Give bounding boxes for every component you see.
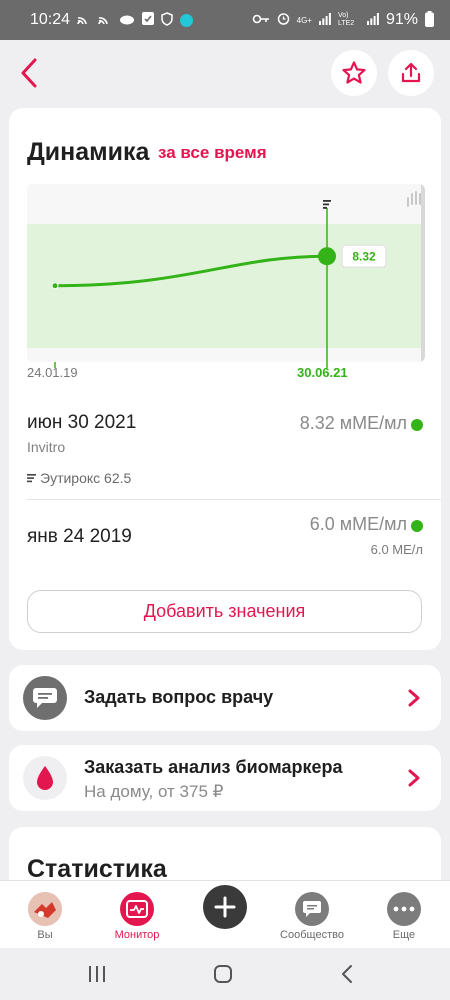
chat-icon bbox=[303, 901, 321, 917]
more-icon-wrap bbox=[387, 892, 421, 926]
dynamics-title: Динамика bbox=[27, 138, 150, 166]
nav-community-label: Сообщество bbox=[280, 929, 344, 941]
shield-icon bbox=[161, 11, 173, 29]
system-navigation bbox=[0, 948, 450, 1000]
medication-icon bbox=[27, 474, 36, 483]
status-time: 10:24 bbox=[30, 11, 71, 28]
community-icon-wrap bbox=[295, 892, 329, 926]
order-test-subtitle: На дому, от 375 ₽ bbox=[84, 782, 224, 801]
volte-label: Vo) LTE2 bbox=[337, 12, 355, 27]
plus-icon bbox=[214, 896, 236, 918]
data-point-first[interactable] bbox=[51, 282, 59, 290]
reading-medication-label: Эутирокс 62.5 bbox=[40, 470, 132, 486]
status-left: 10:24 bbox=[30, 11, 194, 29]
nav-community[interactable]: Сообщество bbox=[267, 881, 357, 949]
status-indicator bbox=[411, 419, 423, 431]
nav-you[interactable]: Вы bbox=[0, 881, 90, 949]
back-nav-icon[interactable] bbox=[340, 964, 354, 984]
nav-you-label: Вы bbox=[37, 929, 53, 941]
nav-monitor[interactable]: Монитор bbox=[92, 881, 182, 949]
back-button[interactable] bbox=[16, 56, 44, 90]
chart-tick-marks bbox=[54, 362, 328, 368]
reading-lab: Invitro bbox=[27, 439, 66, 455]
monitor-icon-wrap bbox=[120, 892, 154, 926]
readings-divider bbox=[27, 499, 441, 500]
battery-icon bbox=[425, 10, 434, 30]
chat-bubble-icon bbox=[33, 688, 57, 708]
ask-doctor-icon-wrap bbox=[23, 676, 67, 720]
dynamics-card: Динамика за все время 8.32 24.01.19 30.0… bbox=[9, 108, 441, 650]
reading-date: июн 30 2021 bbox=[27, 412, 137, 433]
blood-drop-icon bbox=[37, 766, 53, 790]
status-right: 4G+ Vo) LTE2 91% bbox=[252, 10, 434, 30]
chart-scroll-edge bbox=[421, 184, 425, 362]
x-tick-selected: 30.06.21 bbox=[297, 365, 348, 380]
monitor-icon bbox=[126, 900, 148, 918]
bottom-navigation: Вы Монитор Сообщество Еще bbox=[0, 880, 450, 948]
app-header bbox=[0, 40, 450, 106]
status-bar: 10:24 4G+ Vo) LTE2 91% bbox=[0, 0, 450, 40]
reading-alt-value: 6.0 МЕ/л bbox=[370, 542, 423, 557]
reading-row[interactable]: июн 30 2021 Invitro Эутирокс 62.5 8.32 м… bbox=[27, 412, 423, 492]
alarm-icon bbox=[277, 12, 290, 28]
more-dots-icon bbox=[393, 906, 415, 912]
key-icon bbox=[252, 13, 270, 27]
ask-doctor-card[interactable]: Задать вопрос врачу bbox=[9, 665, 441, 731]
reading-medication: Эутирокс 62.5 bbox=[27, 470, 131, 486]
nav-more-label: Еще bbox=[392, 929, 416, 941]
chevron-right-icon bbox=[408, 769, 420, 787]
signal-icon bbox=[318, 12, 331, 28]
order-test-card[interactable]: Заказать анализ биомаркера На дому, от 3… bbox=[9, 745, 441, 811]
reading-date: янв 24 2019 bbox=[27, 526, 132, 547]
chevron-left-icon bbox=[21, 58, 37, 88]
network-type: 4G+ bbox=[296, 15, 312, 25]
nav-monitor-label: Монитор bbox=[114, 929, 160, 941]
battery-percent: 91% bbox=[385, 11, 418, 28]
reading-value: 6.0 мМЕ/мл bbox=[309, 514, 407, 534]
selected-value-text: 8.32 bbox=[352, 250, 376, 264]
recent-apps-icon[interactable] bbox=[88, 965, 106, 983]
reading-row[interactable]: янв 24 2019 6.0 мМЕ/мл 6.0 МЕ/л bbox=[27, 514, 423, 566]
period-selector[interactable]: за все время bbox=[158, 143, 267, 163]
dynamics-chart[interactable]: 8.32 bbox=[27, 184, 425, 362]
add-fab-button[interactable] bbox=[203, 885, 247, 929]
check-box-icon bbox=[142, 12, 155, 28]
cloud-icon bbox=[119, 13, 135, 28]
avatar bbox=[28, 892, 62, 926]
signal-2-icon bbox=[366, 12, 379, 28]
app-notification-icon bbox=[180, 13, 194, 27]
add-values-button[interactable]: Добавить значения bbox=[27, 590, 422, 633]
status-indicator bbox=[411, 520, 423, 532]
rss-icon bbox=[98, 13, 112, 28]
selected-value-label: 8.32 bbox=[341, 244, 387, 268]
x-tick-start: 24.01.19 bbox=[27, 365, 78, 380]
order-test-icon-wrap bbox=[23, 756, 67, 800]
chart-svg: 8.32 bbox=[27, 184, 425, 362]
data-point-selected[interactable] bbox=[318, 247, 336, 266]
avatar-icon bbox=[28, 892, 62, 926]
order-test-title: Заказать анализ биомаркера bbox=[84, 757, 343, 777]
chevron-right-icon bbox=[408, 689, 420, 707]
star-icon bbox=[342, 61, 366, 84]
nav-more[interactable]: Еще bbox=[359, 881, 449, 949]
ask-doctor-title: Задать вопрос врачу bbox=[84, 687, 274, 707]
home-icon[interactable] bbox=[213, 964, 233, 984]
share-button[interactable] bbox=[388, 50, 434, 96]
reading-value: 8.32 мМЕ/мл bbox=[299, 413, 407, 433]
favorite-button[interactable] bbox=[331, 50, 377, 96]
cast-icon bbox=[77, 13, 91, 28]
share-icon bbox=[401, 62, 421, 83]
